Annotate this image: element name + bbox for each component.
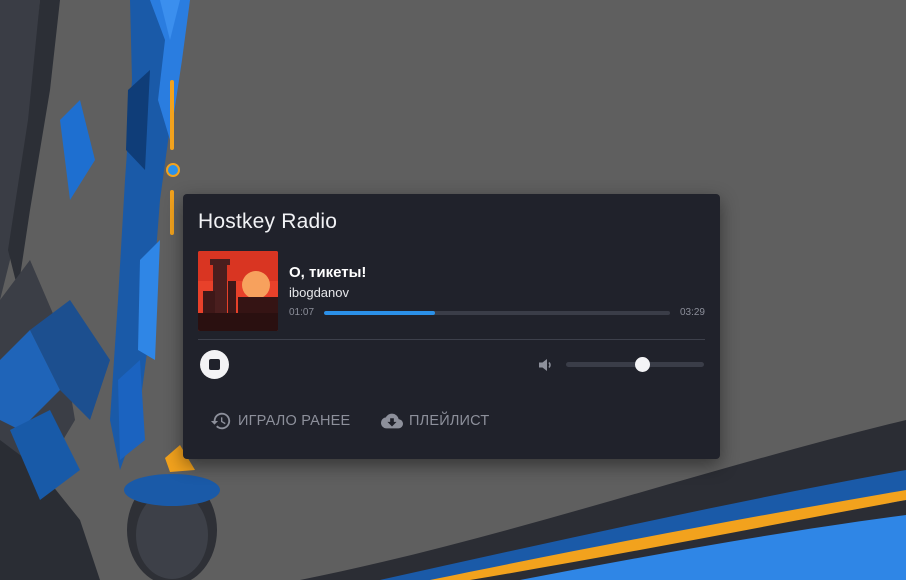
history-icon xyxy=(210,412,231,430)
album-cover xyxy=(198,251,278,331)
track-duration: 03:29 xyxy=(679,307,705,318)
track-artist: ibogdanov xyxy=(289,285,349,300)
cloud-download-icon xyxy=(381,413,403,429)
progress-fill xyxy=(324,311,435,315)
history-button[interactable]: ИГРАЛО РАНЕЕ xyxy=(210,410,350,432)
playlist-button[interactable]: ПЛЕЙЛИСТ xyxy=(381,410,489,432)
elapsed-time: 01:07 xyxy=(289,307,315,318)
playlist-button-label: ПЛЕЙЛИСТ xyxy=(409,413,490,429)
stop-button[interactable] xyxy=(200,350,229,379)
stop-icon xyxy=(209,359,220,370)
radio-player-card: Hostkey Radio О, тикеты! ibogdanov 01:07… xyxy=(183,194,720,459)
volume-icon[interactable] xyxy=(538,357,554,373)
track-title: О, тикеты! xyxy=(289,264,367,281)
volume-slider[interactable] xyxy=(566,357,704,372)
album-cover-art xyxy=(198,251,278,331)
player-title: Hostkey Radio xyxy=(198,210,338,233)
progress-bar[interactable] xyxy=(324,311,670,315)
volume-slider-handle[interactable] xyxy=(634,357,650,372)
divider xyxy=(198,339,705,340)
history-button-label: ИГРАЛО РАНЕЕ xyxy=(238,413,351,429)
